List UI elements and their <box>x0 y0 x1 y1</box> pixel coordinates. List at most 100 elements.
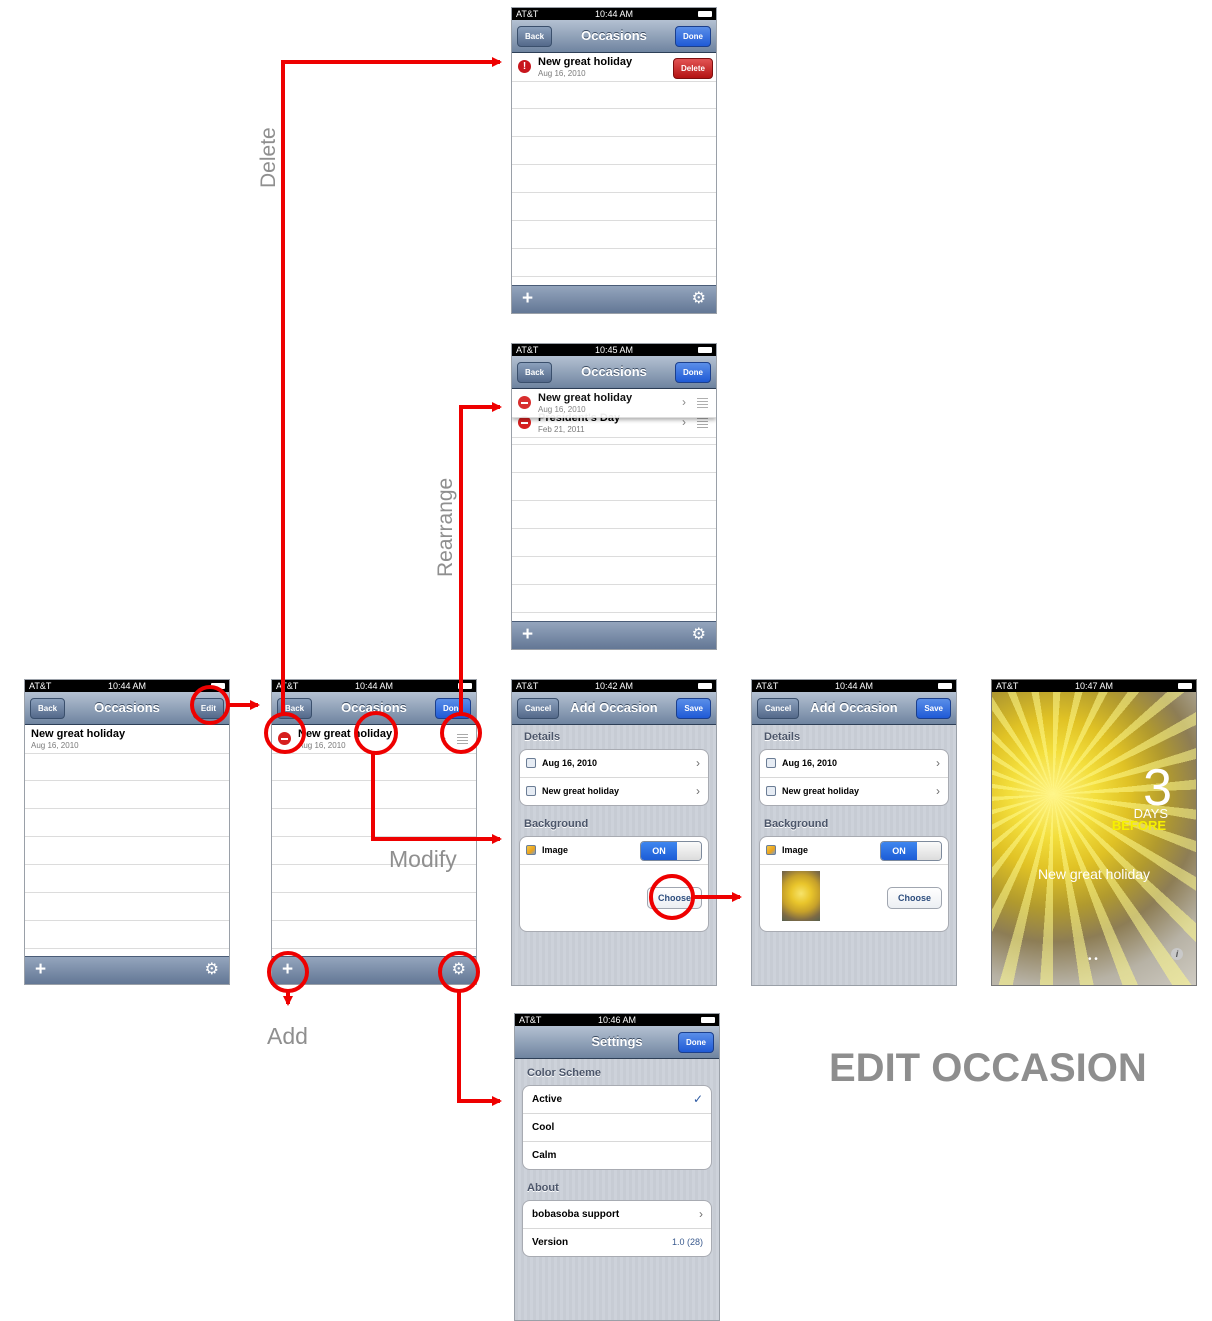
status-bar: AT&T 10:44 AM <box>512 8 716 20</box>
gear-icon[interactable]: ⚙ <box>692 289 706 309</box>
row-date: Aug 16, 2010 <box>538 69 586 78</box>
gear-icon[interactable]: ⚙ <box>205 960 219 980</box>
done-button[interactable]: Done <box>675 26 711 47</box>
page-dots[interactable]: • • <box>1088 954 1098 965</box>
scheme-option-calm[interactable]: Calm <box>523 1142 711 1169</box>
section-header: Details <box>764 731 801 743</box>
screen-delete: AT&T 10:44 AM Back Occasions Done ! New … <box>511 7 717 314</box>
nav-bar: Cancel Add Occasion Save <box>752 692 956 725</box>
delete-annotation: Delete <box>257 127 280 188</box>
grip-icon[interactable] <box>457 734 468 744</box>
chevron-right-icon: › <box>936 756 940 770</box>
status-time: 10:44 AM <box>354 681 394 691</box>
grip-icon[interactable] <box>697 418 708 428</box>
done-button[interactable]: Done <box>675 362 711 383</box>
info-icon[interactable]: i <box>1171 948 1183 960</box>
scheme-option-cool[interactable]: Cool <box>523 1114 711 1142</box>
toolbar: + ⚙ <box>512 285 716 313</box>
toggle-on-label: ON <box>641 842 677 860</box>
date-cell[interactable]: Aug 16, 2010 › <box>520 750 708 778</box>
status-time: 10:47 AM <box>1074 681 1114 691</box>
about-group: bobasoba support › Version 1.0 (28) <box>522 1200 712 1257</box>
status-time: 10:44 AM <box>107 681 147 691</box>
status-time: 10:44 AM <box>594 9 634 19</box>
screen-occasions-edit: AT&T 10:44 AM Back Occasions Done New gr… <box>271 679 477 985</box>
status-bar: AT&T 10:46 AM <box>515 1014 719 1026</box>
image-toggle[interactable]: ON <box>880 841 942 861</box>
image-toggle-cell: Image ON <box>520 837 708 865</box>
scheme-option-active[interactable]: Active ✓ <box>523 1086 711 1114</box>
save-button[interactable]: Save <box>676 698 711 719</box>
date-value: Aug 16, 2010 <box>542 758 598 768</box>
modify-annotation: Modify <box>389 846 457 872</box>
chevron-right-icon: › <box>696 756 700 770</box>
version-label: Version <box>532 1237 569 1248</box>
toolbar: + ⚙ <box>512 621 716 649</box>
status-time: 10:42 AM <box>594 681 634 691</box>
nav-bar: Back Occasions Done <box>512 20 716 53</box>
table-row[interactable]: New great holiday Aug 16, 2010 <box>25 725 229 754</box>
chevron-right-icon: › <box>442 731 446 745</box>
occasion-table: New great holiday Aug 16, 2010 <box>25 725 229 957</box>
section-header: Color Scheme <box>527 1067 601 1079</box>
battery-icon <box>1178 683 1192 689</box>
image-picker-cell: Choose <box>760 865 948 931</box>
name-cell[interactable]: New great holiday › <box>520 778 708 805</box>
image-label: Image <box>542 845 569 855</box>
battery-icon <box>698 347 712 353</box>
background-group: Image ON Choose <box>759 836 949 932</box>
note-icon <box>766 786 776 796</box>
nav-bar: Cancel Add Occasion Save <box>512 692 716 725</box>
battery-icon <box>938 683 952 689</box>
battery-icon <box>211 683 225 689</box>
section-header: Background <box>524 818 589 830</box>
gear-icon[interactable]: ⚙ <box>452 960 466 980</box>
occasion-table: President's Day Feb 21, 2011 › New great… <box>512 389 716 622</box>
delete-button[interactable]: Delete <box>672 58 713 79</box>
chevron-right-icon: › <box>699 1207 703 1221</box>
support-cell[interactable]: bobasoba support › <box>523 1201 711 1229</box>
form-background: Details Aug 16, 2010 › New great holiday… <box>752 725 956 985</box>
rearrange-flow-arrow <box>459 402 502 714</box>
status-bar: AT&T 10:44 AM <box>752 680 956 692</box>
countdown-relation: BEFORE <box>1111 818 1166 833</box>
version-value: 1.0 (28) <box>671 1237 703 1247</box>
minus-circle-icon[interactable] <box>518 396 531 409</box>
battery-icon <box>698 683 712 689</box>
edit-button[interactable]: Edit <box>192 698 224 719</box>
choose-button[interactable]: Choose <box>886 887 942 909</box>
gear-icon[interactable]: ⚙ <box>692 625 706 645</box>
table-row[interactable]: New great holiday Aug 16, 2010 › <box>272 725 476 754</box>
save-button[interactable]: Save <box>916 698 951 719</box>
table-row[interactable]: ! New great holiday Aug 16, 2010 Delete <box>512 53 716 82</box>
status-bar: AT&T 10:45 AM <box>512 344 716 356</box>
plus-icon[interactable]: + <box>522 288 533 310</box>
plus-icon[interactable]: + <box>522 624 533 646</box>
done-button[interactable]: Done <box>435 698 471 719</box>
grip-icon[interactable] <box>697 398 708 408</box>
date-cell[interactable]: Aug 16, 2010 › <box>760 750 948 778</box>
status-time: 10:44 AM <box>834 681 874 691</box>
support-label: bobasoba support <box>532 1209 620 1220</box>
plus-icon[interactable]: + <box>282 959 293 981</box>
background-group: Image ON Choose <box>519 836 709 932</box>
toggle-on-label: ON <box>881 842 917 860</box>
image-label: Image <box>782 845 809 855</box>
done-button[interactable]: Done <box>678 1032 714 1053</box>
chevron-right-icon: › <box>936 784 940 798</box>
date-value: Aug 16, 2010 <box>782 758 838 768</box>
status-bar: AT&T 10:42 AM <box>512 680 716 692</box>
image-thumbnail[interactable] <box>782 871 820 921</box>
image-toggle[interactable]: ON <box>640 841 702 861</box>
plus-icon[interactable]: + <box>35 959 46 981</box>
choose-button[interactable]: Choose <box>646 887 702 909</box>
table-row-dragging[interactable]: New great holiday Aug 16, 2010 › <box>512 389 716 418</box>
delete-confirm-icon[interactable]: ! <box>518 60 531 73</box>
minus-circle-icon[interactable] <box>278 732 291 745</box>
nav-bar: Settings Done <box>515 1026 719 1059</box>
occasion-table: ! New great holiday Aug 16, 2010 Delete <box>512 53 716 286</box>
name-cell[interactable]: New great holiday › <box>760 778 948 805</box>
page-title: EDIT OCCASION <box>829 1046 1147 1090</box>
note-icon <box>526 786 536 796</box>
nav-bar: Back Occasions Done <box>512 356 716 389</box>
